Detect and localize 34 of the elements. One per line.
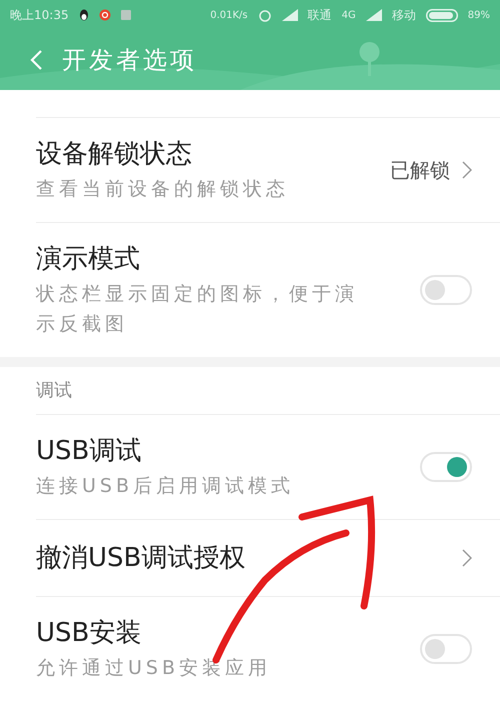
- row-title: 设备解锁状态: [36, 138, 193, 171]
- page-title: 开发者选项: [62, 45, 197, 76]
- settings-row[interactable]: 演示模式 状态栏显示固定的图标，便于演示反截图: [36, 223, 500, 357]
- penguin-icon: [78, 9, 89, 21]
- row-subtitle: 状态栏显示固定的图标，便于演示反截图: [36, 282, 359, 337]
- toggle-switch[interactable]: [420, 452, 472, 482]
- chevron-right-icon: [462, 549, 472, 567]
- alarm-icon: [258, 8, 272, 22]
- carrier-name: 移动: [392, 7, 416, 24]
- carrier-name: 联通: [308, 7, 332, 24]
- net-speed: 0.01K/s: [210, 8, 248, 22]
- chevron-right-icon: [462, 161, 472, 179]
- back-icon[interactable]: [30, 50, 42, 70]
- row-title: 撤消USB调试授权: [36, 542, 246, 575]
- settings-row[interactable]: USB调试 连接USB后启用调试模式: [36, 415, 500, 520]
- status-time: 晚上10:35: [10, 7, 69, 24]
- spiral-icon: [98, 9, 111, 21]
- section-header: 调试: [36, 380, 72, 401]
- row-title: USB调试: [36, 435, 142, 468]
- toggle-switch[interactable]: [420, 275, 472, 305]
- row-title: USB安装: [36, 617, 142, 650]
- signal-icon: [282, 9, 298, 21]
- notification-icon: [120, 10, 131, 20]
- row-subtitle: 查看当前设备的解锁状态: [36, 177, 290, 202]
- battery-icon: [426, 8, 458, 22]
- toggle-switch[interactable]: [420, 634, 472, 664]
- row-subtitle: 连接USB后启用调试模式: [36, 474, 296, 499]
- settings-row[interactable]: 撤消USB调试授权: [36, 520, 500, 597]
- battery-percent: 89%: [468, 8, 490, 22]
- signal-icon: [366, 9, 382, 21]
- row-value: 已解锁: [390, 157, 450, 184]
- row-title: 演示模式: [36, 243, 141, 276]
- network-type: 4G: [342, 8, 356, 22]
- settings-row[interactable]: 设备解锁状态 查看当前设备的解锁状态 已解锁: [36, 118, 500, 223]
